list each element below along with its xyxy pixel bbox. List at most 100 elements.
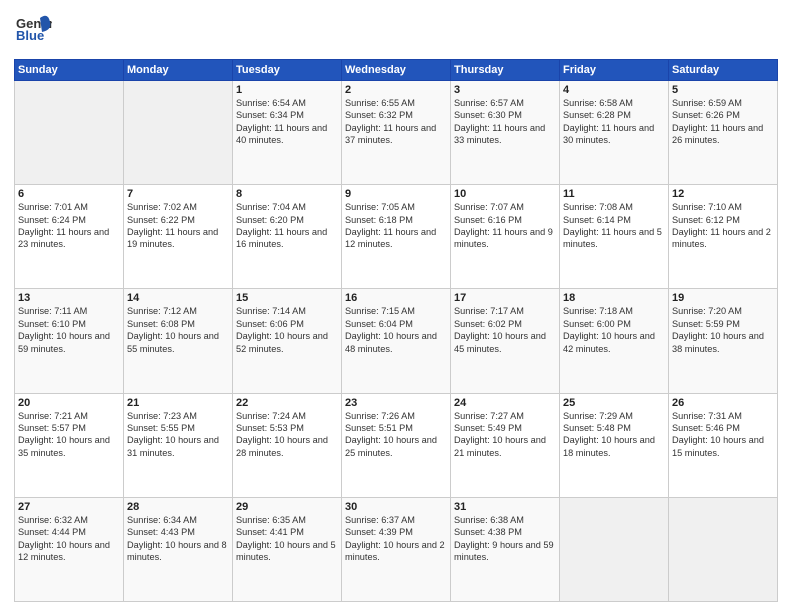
day-number: 1	[236, 84, 338, 96]
day-cell: 12Sunrise: 7:10 AM Sunset: 6:12 PM Dayli…	[669, 185, 778, 289]
day-detail: Sunrise: 6:58 AM Sunset: 6:28 PM Dayligh…	[563, 97, 665, 147]
day-cell: 24Sunrise: 7:27 AM Sunset: 5:49 PM Dayli…	[451, 393, 560, 497]
calendar-table: SundayMondayTuesdayWednesdayThursdayFrid…	[14, 59, 778, 602]
day-number: 28	[127, 501, 229, 513]
day-number: 9	[345, 188, 447, 200]
day-cell: 8Sunrise: 7:04 AM Sunset: 6:20 PM Daylig…	[233, 185, 342, 289]
week-row-1: 1Sunrise: 6:54 AM Sunset: 6:34 PM Daylig…	[15, 81, 778, 185]
day-number: 20	[18, 397, 120, 409]
day-cell: 16Sunrise: 7:15 AM Sunset: 6:04 PM Dayli…	[342, 289, 451, 393]
day-cell: 28Sunrise: 6:34 AM Sunset: 4:43 PM Dayli…	[124, 497, 233, 601]
day-number: 27	[18, 501, 120, 513]
logo: General Blue	[14, 10, 52, 53]
day-detail: Sunrise: 6:57 AM Sunset: 6:30 PM Dayligh…	[454, 97, 556, 147]
day-detail: Sunrise: 7:18 AM Sunset: 6:00 PM Dayligh…	[563, 305, 665, 355]
weekday-header-monday: Monday	[124, 60, 233, 81]
day-number: 3	[454, 84, 556, 96]
day-number: 16	[345, 292, 447, 304]
weekday-header-wednesday: Wednesday	[342, 60, 451, 81]
day-cell: 25Sunrise: 7:29 AM Sunset: 5:48 PM Dayli…	[560, 393, 669, 497]
week-row-3: 13Sunrise: 7:11 AM Sunset: 6:10 PM Dayli…	[15, 289, 778, 393]
day-number: 12	[672, 188, 774, 200]
day-detail: Sunrise: 6:38 AM Sunset: 4:38 PM Dayligh…	[454, 514, 556, 564]
day-cell: 23Sunrise: 7:26 AM Sunset: 5:51 PM Dayli…	[342, 393, 451, 497]
day-cell: 2Sunrise: 6:55 AM Sunset: 6:32 PM Daylig…	[342, 81, 451, 185]
week-row-5: 27Sunrise: 6:32 AM Sunset: 4:44 PM Dayli…	[15, 497, 778, 601]
day-detail: Sunrise: 7:07 AM Sunset: 6:16 PM Dayligh…	[454, 201, 556, 251]
week-row-4: 20Sunrise: 7:21 AM Sunset: 5:57 PM Dayli…	[15, 393, 778, 497]
logo-graphic: General Blue	[14, 10, 52, 53]
day-cell	[560, 497, 669, 601]
day-cell: 30Sunrise: 6:37 AM Sunset: 4:39 PM Dayli…	[342, 497, 451, 601]
day-cell: 17Sunrise: 7:17 AM Sunset: 6:02 PM Dayli…	[451, 289, 560, 393]
day-detail: Sunrise: 7:02 AM Sunset: 6:22 PM Dayligh…	[127, 201, 229, 251]
day-cell: 21Sunrise: 7:23 AM Sunset: 5:55 PM Dayli…	[124, 393, 233, 497]
day-number: 10	[454, 188, 556, 200]
day-cell: 10Sunrise: 7:07 AM Sunset: 6:16 PM Dayli…	[451, 185, 560, 289]
day-detail: Sunrise: 6:34 AM Sunset: 4:43 PM Dayligh…	[127, 514, 229, 564]
day-detail: Sunrise: 7:05 AM Sunset: 6:18 PM Dayligh…	[345, 201, 447, 251]
day-cell: 15Sunrise: 7:14 AM Sunset: 6:06 PM Dayli…	[233, 289, 342, 393]
day-cell: 11Sunrise: 7:08 AM Sunset: 6:14 PM Dayli…	[560, 185, 669, 289]
day-number: 19	[672, 292, 774, 304]
day-cell: 4Sunrise: 6:58 AM Sunset: 6:28 PM Daylig…	[560, 81, 669, 185]
week-row-2: 6Sunrise: 7:01 AM Sunset: 6:24 PM Daylig…	[15, 185, 778, 289]
day-detail: Sunrise: 7:12 AM Sunset: 6:08 PM Dayligh…	[127, 305, 229, 355]
day-cell: 1Sunrise: 6:54 AM Sunset: 6:34 PM Daylig…	[233, 81, 342, 185]
day-cell: 27Sunrise: 6:32 AM Sunset: 4:44 PM Dayli…	[15, 497, 124, 601]
weekday-header-tuesday: Tuesday	[233, 60, 342, 81]
day-detail: Sunrise: 6:32 AM Sunset: 4:44 PM Dayligh…	[18, 514, 120, 564]
day-number: 5	[672, 84, 774, 96]
day-cell	[15, 81, 124, 185]
day-detail: Sunrise: 6:35 AM Sunset: 4:41 PM Dayligh…	[236, 514, 338, 564]
day-detail: Sunrise: 7:10 AM Sunset: 6:12 PM Dayligh…	[672, 201, 774, 251]
logo-icon: General Blue	[14, 10, 52, 48]
day-detail: Sunrise: 7:23 AM Sunset: 5:55 PM Dayligh…	[127, 410, 229, 460]
day-cell: 20Sunrise: 7:21 AM Sunset: 5:57 PM Dayli…	[15, 393, 124, 497]
day-number: 25	[563, 397, 665, 409]
day-number: 31	[454, 501, 556, 513]
day-number: 13	[18, 292, 120, 304]
day-number: 30	[345, 501, 447, 513]
day-detail: Sunrise: 6:54 AM Sunset: 6:34 PM Dayligh…	[236, 97, 338, 147]
day-cell	[124, 81, 233, 185]
day-detail: Sunrise: 7:26 AM Sunset: 5:51 PM Dayligh…	[345, 410, 447, 460]
day-detail: Sunrise: 7:21 AM Sunset: 5:57 PM Dayligh…	[18, 410, 120, 460]
day-cell: 18Sunrise: 7:18 AM Sunset: 6:00 PM Dayli…	[560, 289, 669, 393]
day-number: 17	[454, 292, 556, 304]
day-detail: Sunrise: 7:17 AM Sunset: 6:02 PM Dayligh…	[454, 305, 556, 355]
day-number: 8	[236, 188, 338, 200]
day-number: 23	[345, 397, 447, 409]
day-cell: 26Sunrise: 7:31 AM Sunset: 5:46 PM Dayli…	[669, 393, 778, 497]
day-detail: Sunrise: 7:29 AM Sunset: 5:48 PM Dayligh…	[563, 410, 665, 460]
day-detail: Sunrise: 6:37 AM Sunset: 4:39 PM Dayligh…	[345, 514, 447, 564]
day-detail: Sunrise: 7:27 AM Sunset: 5:49 PM Dayligh…	[454, 410, 556, 460]
day-detail: Sunrise: 7:14 AM Sunset: 6:06 PM Dayligh…	[236, 305, 338, 355]
day-cell: 29Sunrise: 6:35 AM Sunset: 4:41 PM Dayli…	[233, 497, 342, 601]
day-number: 15	[236, 292, 338, 304]
day-cell: 31Sunrise: 6:38 AM Sunset: 4:38 PM Dayli…	[451, 497, 560, 601]
day-cell: 22Sunrise: 7:24 AM Sunset: 5:53 PM Dayli…	[233, 393, 342, 497]
day-detail: Sunrise: 7:20 AM Sunset: 5:59 PM Dayligh…	[672, 305, 774, 355]
day-detail: Sunrise: 7:08 AM Sunset: 6:14 PM Dayligh…	[563, 201, 665, 251]
day-number: 22	[236, 397, 338, 409]
weekday-header-sunday: Sunday	[15, 60, 124, 81]
day-number: 7	[127, 188, 229, 200]
weekday-header-row: SundayMondayTuesdayWednesdayThursdayFrid…	[15, 60, 778, 81]
day-detail: Sunrise: 7:04 AM Sunset: 6:20 PM Dayligh…	[236, 201, 338, 251]
day-cell: 14Sunrise: 7:12 AM Sunset: 6:08 PM Dayli…	[124, 289, 233, 393]
day-detail: Sunrise: 7:31 AM Sunset: 5:46 PM Dayligh…	[672, 410, 774, 460]
day-cell: 7Sunrise: 7:02 AM Sunset: 6:22 PM Daylig…	[124, 185, 233, 289]
day-number: 2	[345, 84, 447, 96]
weekday-header-saturday: Saturday	[669, 60, 778, 81]
svg-text:Blue: Blue	[16, 28, 44, 43]
day-cell: 3Sunrise: 6:57 AM Sunset: 6:30 PM Daylig…	[451, 81, 560, 185]
day-number: 29	[236, 501, 338, 513]
header: General Blue	[14, 10, 778, 53]
weekday-header-friday: Friday	[560, 60, 669, 81]
day-detail: Sunrise: 7:01 AM Sunset: 6:24 PM Dayligh…	[18, 201, 120, 251]
day-number: 4	[563, 84, 665, 96]
day-detail: Sunrise: 6:55 AM Sunset: 6:32 PM Dayligh…	[345, 97, 447, 147]
day-number: 21	[127, 397, 229, 409]
day-detail: Sunrise: 6:59 AM Sunset: 6:26 PM Dayligh…	[672, 97, 774, 147]
